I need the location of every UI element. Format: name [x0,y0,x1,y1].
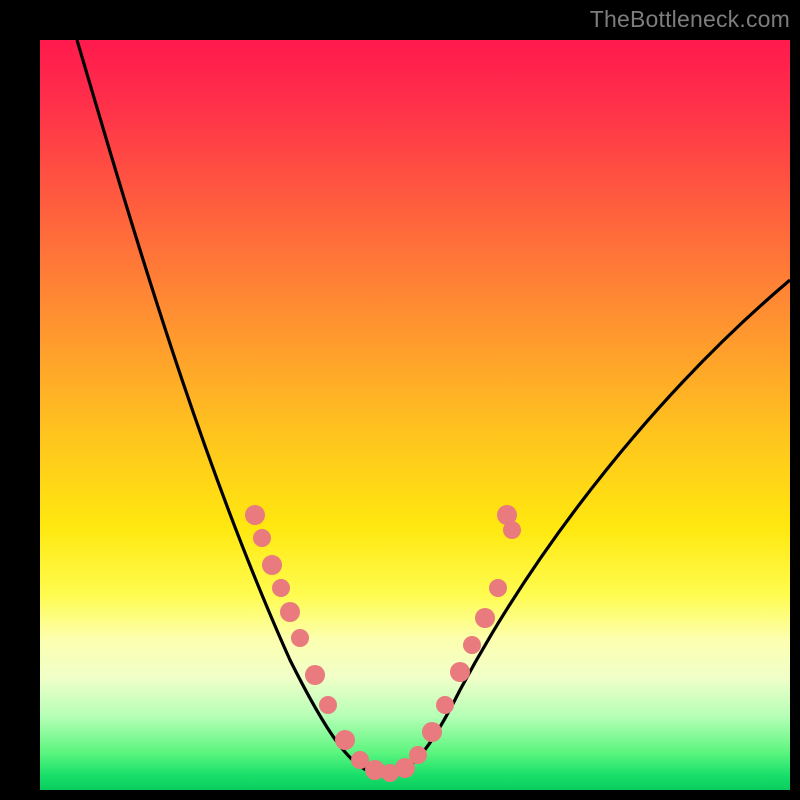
marker-group [245,505,521,782]
plot-area [40,40,790,790]
watermark-text: TheBottleneck.com [590,6,790,33]
chart-frame: TheBottleneck.com [0,0,800,800]
chart-svg [40,40,790,790]
bottleneck-curve [77,40,790,775]
